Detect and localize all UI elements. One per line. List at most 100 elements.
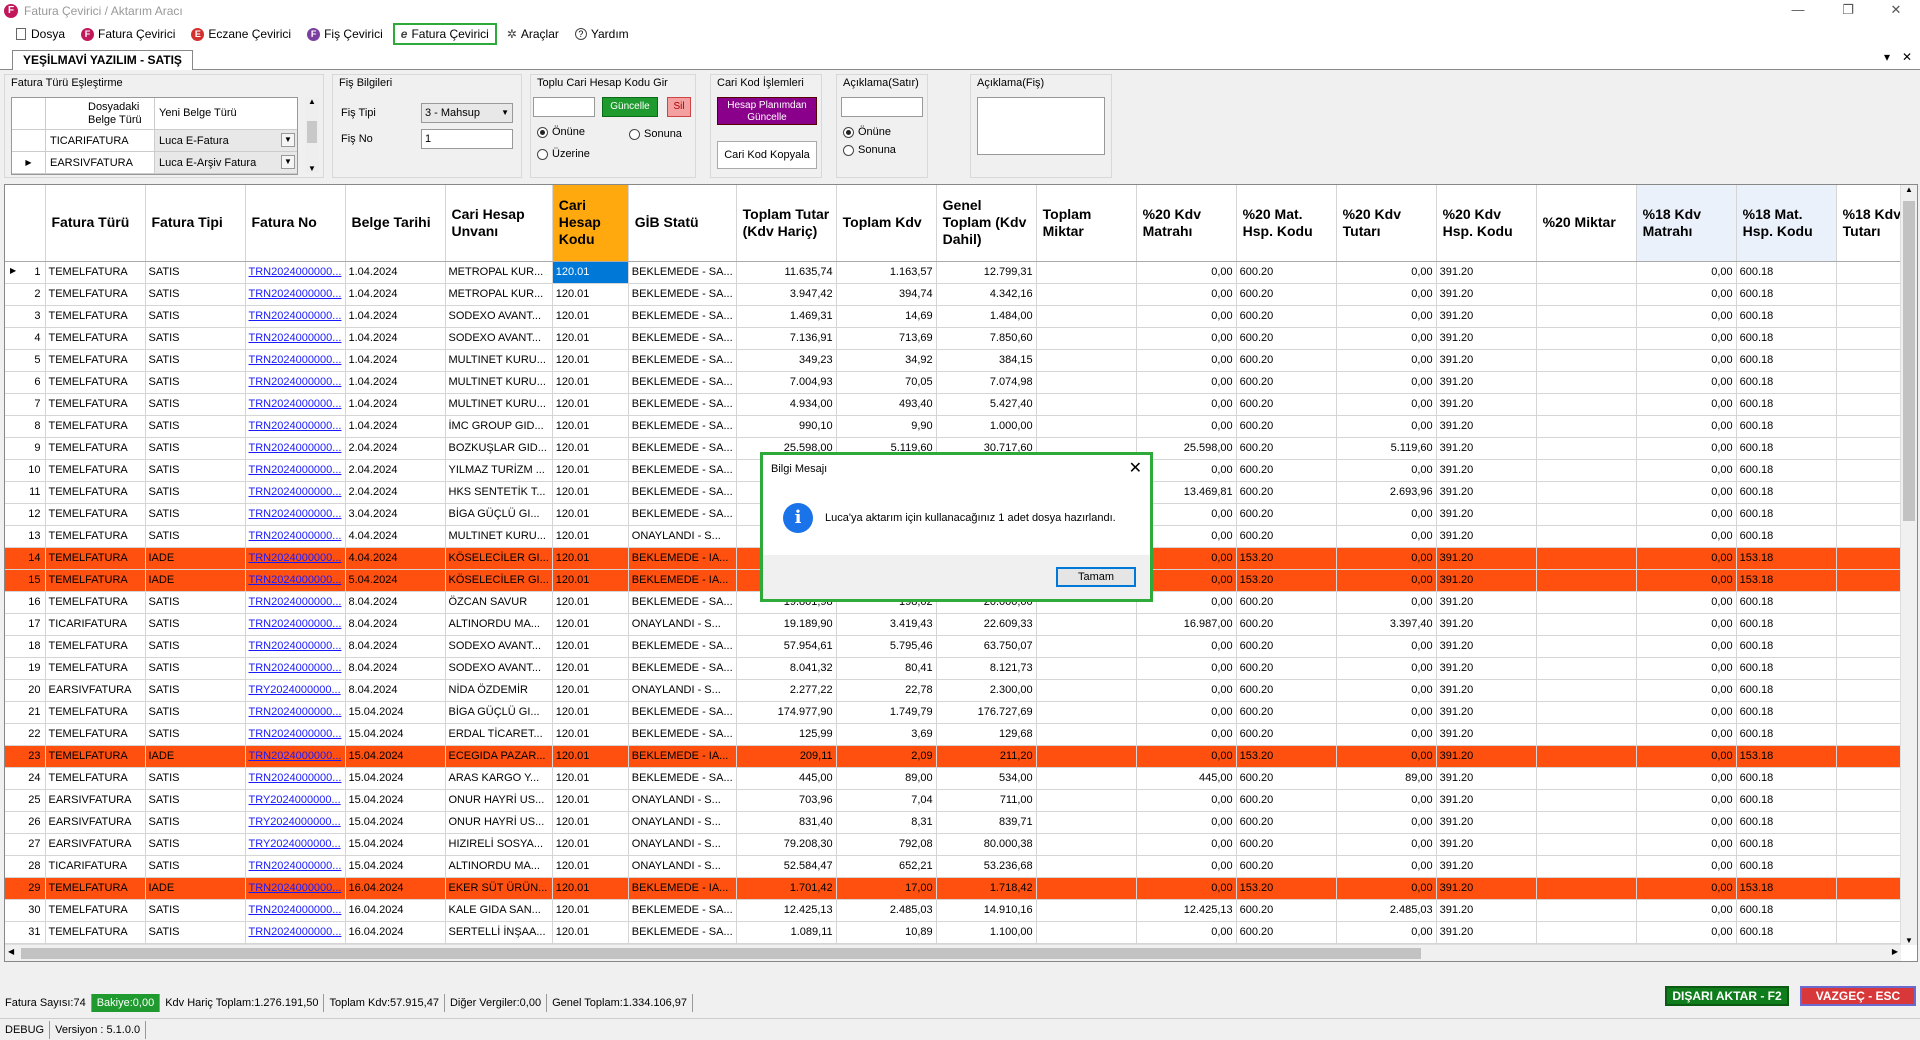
table-cell[interactable]: 391.20 — [1436, 503, 1537, 526]
table-cell[interactable]: 600.20 — [1236, 767, 1337, 790]
table-cell[interactable]: 391.20 — [1436, 415, 1537, 438]
table-cell[interactable] — [1536, 877, 1637, 900]
table-cell[interactable]: 120.01 — [552, 745, 629, 768]
table-cell[interactable]: 7.074,98 — [936, 371, 1037, 394]
scroll-up-icon[interactable]: ▲ — [1901, 185, 1917, 199]
row-number[interactable]: 11 — [5, 481, 46, 504]
table-cell[interactable]: ONAYLANDI - S... — [628, 525, 737, 548]
table-cell[interactable]: 391.20 — [1436, 745, 1537, 768]
row-number[interactable]: 30 — [5, 899, 46, 922]
table-cell[interactable]: 0,00 — [1136, 745, 1237, 768]
table-cell[interactable]: SATIS — [145, 437, 246, 460]
table-cell[interactable]: 1.000,00 — [936, 415, 1037, 438]
table-cell[interactable]: 0,00 — [1336, 283, 1437, 306]
table-cell[interactable]: 3.04.2024 — [345, 503, 446, 526]
table-cell[interactable]: TEMELFATURA — [45, 723, 146, 746]
table-row[interactable]: 19 TEMELFATURA SATIS TRN2024000000... 8.04.2… — [5, 657, 1917, 680]
table-cell[interactable]: 0,00 — [1636, 591, 1737, 614]
table-cell[interactable] — [1536, 569, 1637, 592]
table-cell[interactable]: 391.20 — [1436, 481, 1537, 504]
table-cell[interactable]: TEMELFATURA — [45, 767, 146, 790]
table-cell[interactable]: 1.04.2024 — [345, 261, 446, 284]
table-cell[interactable]: 0,00 — [1136, 701, 1237, 724]
table-cell[interactable] — [1036, 305, 1137, 328]
table-cell[interactable]: 120.01 — [552, 503, 629, 526]
table-cell[interactable]: 391.20 — [1436, 305, 1537, 328]
table-cell[interactable]: TEMELFATURA — [45, 921, 146, 944]
table-cell[interactable]: 600.20 — [1236, 613, 1337, 636]
table-cell[interactable]: BEKLEMEDE - SA... — [628, 635, 737, 658]
menu-fis-cevirici[interactable]: F Fiş Çevirici — [301, 24, 389, 44]
table-row[interactable]: 24 TEMELFATURA SATIS TRN2024000000... 15.04.… — [5, 767, 1917, 790]
scroll-down-icon[interactable]: ▼ — [1901, 936, 1917, 945]
guncelle-button[interactable]: Güncelle — [602, 97, 658, 117]
table-cell[interactable]: 391.20 — [1436, 283, 1537, 306]
table-cell[interactable]: 600.18 — [1736, 767, 1837, 790]
table-cell[interactable]: TRN2024000000... — [245, 635, 346, 658]
table-cell[interactable]: TEMELFATURA — [45, 283, 146, 306]
table-cell[interactable]: 0,00 — [1136, 657, 1237, 680]
table-cell[interactable]: TEMELFATURA — [45, 305, 146, 328]
table-cell[interactable]: SATIS — [145, 723, 246, 746]
table-cell[interactable]: TEMELFATURA — [45, 261, 146, 284]
table-cell[interactable]: 1.04.2024 — [345, 349, 446, 372]
table-cell[interactable]: TRN2024000000... — [245, 525, 346, 548]
table-cell[interactable]: 0,00 — [1636, 305, 1737, 328]
menu-yardim[interactable]: ? Yardım — [569, 24, 635, 44]
table-cell[interactable]: 120.01 — [552, 635, 629, 658]
table-cell[interactable]: 120.01 — [552, 459, 629, 482]
table-cell[interactable]: 153.20 — [1236, 745, 1337, 768]
table-cell[interactable]: 5.04.2024 — [345, 569, 446, 592]
table-cell[interactable]: TEMELFATURA — [45, 503, 146, 526]
table-cell[interactable]: 600.18 — [1736, 789, 1837, 812]
table-cell[interactable]: 176.727,69 — [936, 701, 1037, 724]
table-cell[interactable]: TRN2024000000... — [245, 591, 346, 614]
table-cell[interactable]: SATIS — [145, 591, 246, 614]
table-cell[interactable]: 52.584,47 — [736, 855, 837, 878]
table-cell[interactable]: ÖZCAN SAVUR — [445, 591, 553, 614]
table-cell[interactable]: 80,41 — [836, 657, 937, 680]
table-cell[interactable]: 0,00 — [1336, 415, 1437, 438]
table-cell[interactable]: 391.20 — [1436, 679, 1537, 702]
table-cell[interactable]: 600.20 — [1236, 283, 1337, 306]
table-cell[interactable]: ONAYLANDI - S... — [628, 855, 737, 878]
table-cell[interactable]: TRN2024000000... — [245, 745, 346, 768]
table-cell[interactable] — [1536, 547, 1637, 570]
table-cell[interactable]: SATIS — [145, 833, 246, 856]
table-cell[interactable]: 1.089,11 — [736, 921, 837, 944]
table-cell[interactable] — [1536, 635, 1637, 658]
table-cell[interactable]: TEMELFATURA — [45, 899, 146, 922]
mapping-dst-select[interactable]: Luca E-Arşiv Fatura ▼ — [155, 152, 297, 173]
table-cell[interactable]: 600.18 — [1736, 349, 1837, 372]
table-cell[interactable]: TRN2024000000... — [245, 569, 346, 592]
row-number[interactable]: 23 — [5, 745, 46, 768]
table-cell[interactable]: 0,00 — [1636, 745, 1737, 768]
table-cell[interactable]: ONAYLANDI - S... — [628, 811, 737, 834]
table-cell[interactable] — [1036, 657, 1137, 680]
table-cell[interactable]: 1.749,79 — [836, 701, 937, 724]
table-cell[interactable]: 600.18 — [1736, 327, 1837, 350]
table-cell[interactable]: 0,00 — [1636, 415, 1737, 438]
table-cell[interactable]: TRN2024000000... — [245, 415, 346, 438]
table-cell[interactable]: 600.18 — [1736, 921, 1837, 944]
table-cell[interactable]: TEMELFATURA — [45, 525, 146, 548]
table-row[interactable]: 22 TEMELFATURA SATIS TRN2024000000... 15.04.… — [5, 723, 1917, 746]
table-cell[interactable]: 16.04.2024 — [345, 899, 446, 922]
table-cell[interactable]: 34,92 — [836, 349, 937, 372]
table-cell[interactable]: 80.000,38 — [936, 833, 1037, 856]
table-cell[interactable]: TRN2024000000... — [245, 283, 346, 306]
table-cell[interactable]: ONAYLANDI - S... — [628, 789, 737, 812]
row-number[interactable]: 10 — [5, 459, 46, 482]
table-cell[interactable] — [1036, 261, 1137, 284]
aciklama-sonuna-radio[interactable]: Sonuna — [843, 144, 896, 156]
table-cell[interactable]: 0,00 — [1336, 635, 1437, 658]
table-cell[interactable]: 600.20 — [1236, 437, 1337, 460]
row-number[interactable]: 19 — [5, 657, 46, 680]
table-cell[interactable]: TRN2024000000... — [245, 657, 346, 680]
table-cell[interactable]: 0,00 — [1136, 305, 1237, 328]
table-cell[interactable]: 391.20 — [1436, 789, 1537, 812]
table-row[interactable]: 29 TEMELFATURA IADE TRN2024000000... 16.04.2… — [5, 877, 1917, 900]
table-row[interactable]: 17 TICARIFATURA SATIS TRN2024000000... 8.04.… — [5, 613, 1917, 636]
table-cell[interactable]: TRN2024000000... — [245, 261, 346, 284]
table-cell[interactable]: 0,00 — [1136, 679, 1237, 702]
